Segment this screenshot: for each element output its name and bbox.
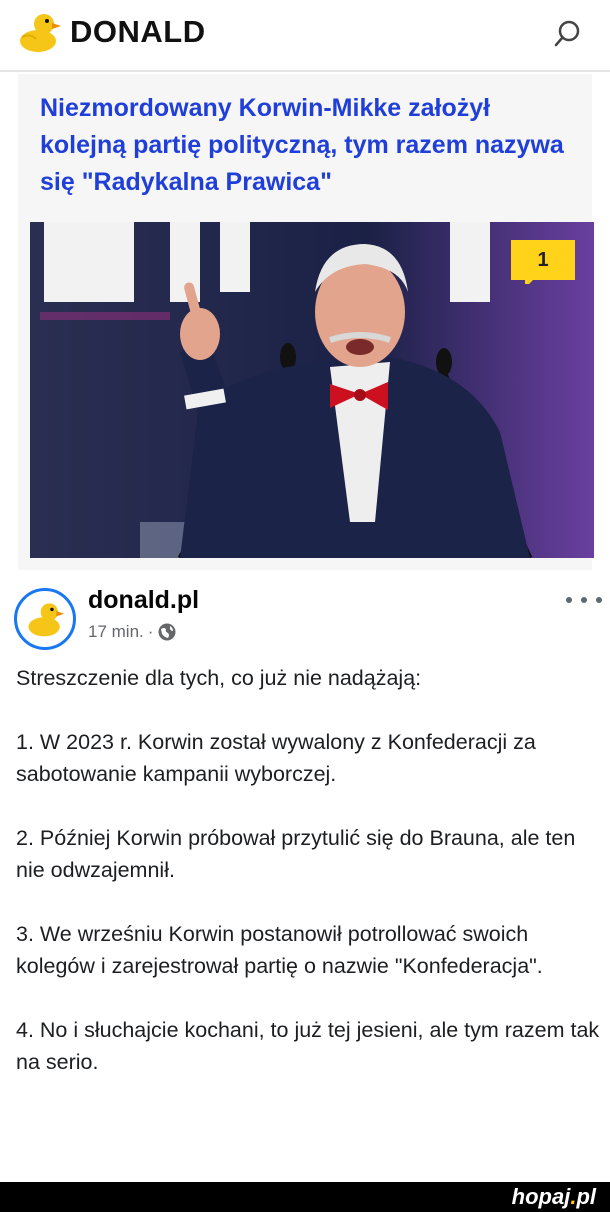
post-meta: 17 min. · bbox=[88, 622, 177, 642]
more-options-icon bbox=[596, 597, 602, 603]
globe-icon[interactable] bbox=[157, 622, 177, 642]
post-paragraph: 2. Później Korwin próbował przytulić się… bbox=[16, 826, 576, 882]
watermark-bar: hopaj.pl bbox=[0, 1182, 610, 1212]
post-paragraph: 4. No i słuchajcie kochani, to już tej j… bbox=[16, 1018, 600, 1074]
watermark: hopaj.pl bbox=[512, 1184, 596, 1210]
post-paragraph: 3. We wrześniu Korwin postanowił potroll… bbox=[16, 922, 543, 978]
article-photo[interactable] bbox=[30, 222, 594, 558]
article-headline[interactable]: Niezmordowany Korwin-Mikke założył kolej… bbox=[40, 90, 580, 201]
duck-avatar-icon bbox=[28, 603, 65, 637]
brand-name: DONALD bbox=[70, 14, 206, 49]
more-options-button[interactable] bbox=[566, 590, 602, 610]
duck-logo-icon bbox=[20, 14, 61, 52]
post-body: Streszczenie dla tych, co już nie nadąża… bbox=[16, 662, 601, 1078]
top-bar: DONALD bbox=[0, 0, 610, 72]
post-paragraph: 1. W 2023 r. Korwin został wywalony z Ko… bbox=[16, 730, 536, 786]
post-time[interactable]: 17 min. bbox=[88, 622, 144, 642]
speaker-illustration bbox=[30, 222, 594, 558]
comment-count: 1 bbox=[537, 249, 549, 271]
more-options-icon bbox=[566, 597, 572, 603]
search-icon bbox=[554, 20, 580, 47]
comment-count-badge[interactable]: 1 bbox=[511, 240, 575, 284]
watermark-name: hopaj bbox=[511, 1184, 571, 1209]
search-button[interactable] bbox=[552, 18, 584, 50]
more-options-icon bbox=[581, 597, 587, 603]
site-logo[interactable]: DONALD bbox=[16, 8, 206, 56]
avatar[interactable] bbox=[14, 588, 76, 650]
meta-separator: · bbox=[147, 622, 154, 641]
watermark-tld: pl bbox=[576, 1184, 596, 1209]
post-author[interactable]: donald.pl bbox=[88, 586, 199, 615]
post-paragraph: Streszczenie dla tych, co już nie nadąża… bbox=[16, 666, 422, 690]
